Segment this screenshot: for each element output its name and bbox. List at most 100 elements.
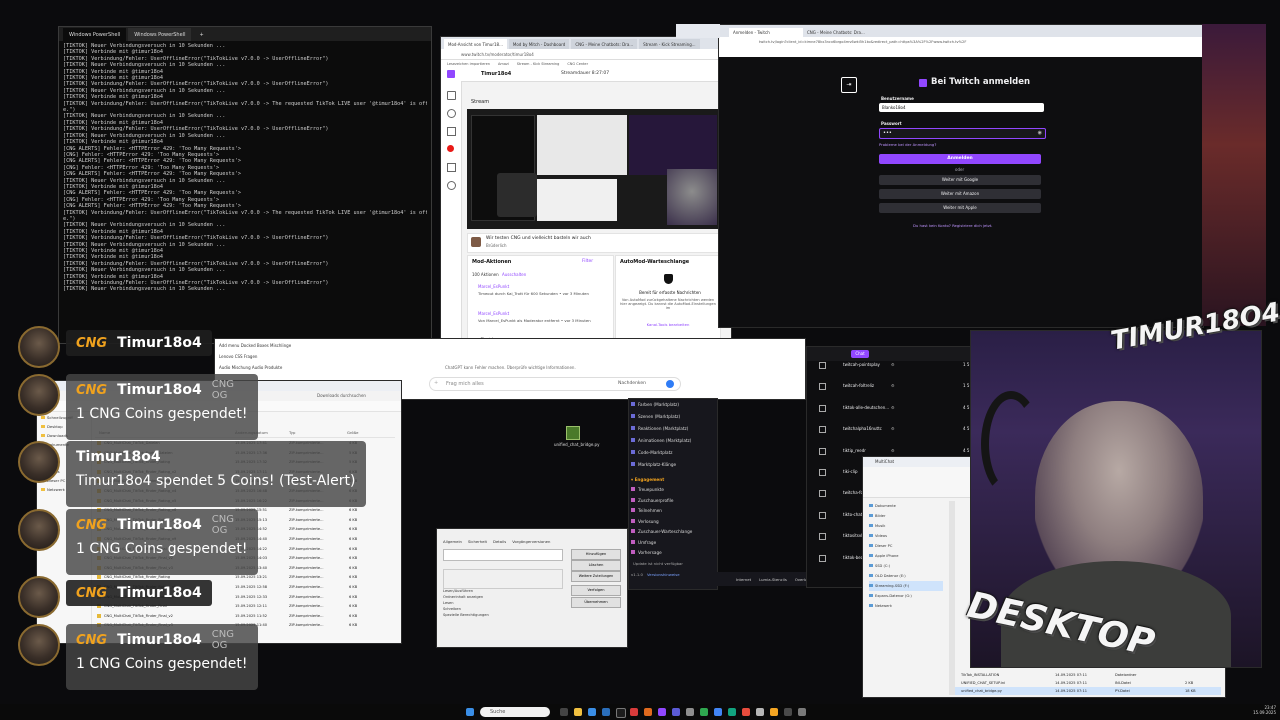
- sb-menu-item[interactable]: Marktplatz-Klänge: [631, 459, 715, 471]
- sidebar-item[interactable]: Musik: [869, 521, 943, 531]
- settings-icon[interactable]: ⚙: [891, 426, 895, 431]
- sidebar-item[interactable]: Dokumente: [869, 501, 943, 511]
- suggestion-item[interactable]: Audio Mischung Audio Produkte: [219, 365, 291, 370]
- bookmark[interactable]: Lesezeichen importieren: [447, 62, 490, 66]
- bookmark[interactable]: CNG Center: [567, 62, 588, 66]
- powershell-window[interactable]: Windows PowerShell Windows PowerShell + …: [58, 26, 432, 344]
- register-link[interactable]: Du hast kein Konto? Registriere dich jet…: [913, 223, 993, 228]
- password-input[interactable]: ••• ◉: [879, 128, 1046, 139]
- dialog-add-button[interactable]: Hinzufügen: [571, 549, 621, 560]
- checkbox[interactable]: [819, 490, 826, 498]
- mod-toggle-link[interactable]: Ausschalten: [502, 272, 526, 277]
- pencil-icon[interactable]: [447, 91, 456, 100]
- sidebar-item[interactable]: Streaming-SSD (F:): [869, 581, 943, 591]
- checkbox[interactable]: [819, 447, 826, 455]
- sidebar-item[interactable]: Expans-Datenor (G:): [869, 591, 943, 601]
- sb-menu-item[interactable]: Umfrage: [631, 538, 715, 549]
- dialog-apply-button[interactable]: Übernehmen: [571, 597, 621, 608]
- bookmark[interactable]: Stream - Kick Streaming: [517, 62, 560, 66]
- sb-menu-item[interactable]: Verlosung: [631, 517, 715, 528]
- login-button[interactable]: Anmelden: [879, 154, 1041, 164]
- permission-option[interactable]: Schreiben: [443, 607, 561, 611]
- checkbox[interactable]: [819, 404, 826, 412]
- sb-menu-item[interactable]: Zuschauer-Warteschlange: [631, 527, 715, 538]
- start-icon[interactable]: [466, 708, 474, 716]
- col-size[interactable]: Größe: [347, 430, 358, 435]
- sidebar-item[interactable]: Videos: [869, 531, 943, 541]
- sb-menu-item[interactable]: Animationen (Marktplatz): [631, 435, 715, 447]
- store-icon[interactable]: [602, 708, 610, 716]
- dialog-tab[interactable]: Allgemein: [443, 539, 462, 544]
- settings-icon[interactable]: ⚙: [891, 362, 895, 367]
- checkbox[interactable]: [819, 383, 826, 391]
- app-icon[interactable]: [700, 708, 708, 716]
- dialog-tab[interactable]: Details: [493, 539, 506, 544]
- chrome-icon[interactable]: [714, 708, 722, 716]
- voice-icon[interactable]: [666, 380, 674, 388]
- taskbar-search[interactable]: Suche: [480, 707, 550, 717]
- permission-option[interactable]: Lesen: [443, 601, 561, 605]
- twitch-logo-icon[interactable]: [447, 70, 455, 78]
- streamer-bot-window[interactable]: Farben (Marktplatz) Szenen (Marktplatz) Re…: [628, 398, 718, 590]
- settings-icon[interactable]: ⚙: [891, 448, 895, 453]
- shield-icon[interactable]: [447, 163, 456, 172]
- terminal-tab-2[interactable]: Windows PowerShell: [128, 28, 192, 41]
- amazon-login-button[interactable]: Weiter mit Amazon: [879, 189, 1041, 199]
- username-input[interactable]: Blanko18o4: [879, 103, 1044, 112]
- return-icon[interactable]: ⇥: [841, 77, 857, 93]
- chatgpt-icon[interactable]: [728, 708, 736, 716]
- new-tab-icon[interactable]: +: [193, 28, 209, 41]
- automod-settings-link[interactable]: Kanal-Tools bearbeiten: [620, 322, 716, 327]
- app-icon[interactable]: [630, 708, 638, 716]
- sidebar-item[interactable]: Netzwerk: [869, 601, 943, 611]
- twitch-icon[interactable]: [658, 708, 666, 716]
- dialog-user-field[interactable]: [443, 549, 563, 561]
- list-item[interactable]: twitcah-foltreliz ⚙ 1 5: [807, 374, 971, 395]
- dialog-user-list[interactable]: [443, 569, 563, 589]
- dialog-trace-button[interactable]: Verfolgen: [571, 585, 621, 596]
- col-type[interactable]: Typ: [289, 430, 295, 435]
- history-icon[interactable]: [447, 181, 456, 190]
- checkbox[interactable]: [819, 554, 826, 562]
- browser-tab[interactable]: Stream - Kick Streaming...: [639, 39, 700, 49]
- list-item[interactable]: twitcah-pointsplay ⚙ 1 5: [807, 353, 971, 374]
- sb-menu-item[interactable]: Treuepunkte: [631, 485, 715, 496]
- discord-icon[interactable]: [672, 708, 680, 716]
- task-view-icon[interactable]: [560, 708, 568, 716]
- permission-option[interactable]: Ordnerinhalt anzeigen: [443, 595, 561, 599]
- explorer-search[interactable]: Downloads durchsuchen: [317, 393, 366, 398]
- sb-menu-item[interactable]: Zuschauerprofile: [631, 496, 715, 507]
- stream-preview[interactable]: [467, 109, 719, 229]
- app-icon[interactable]: [784, 708, 792, 716]
- grid-icon[interactable]: [447, 127, 456, 136]
- sb-menu-item[interactable]: Teilnehmen: [631, 506, 715, 517]
- suggestion-item[interactable]: Lenovo CSS Fragen: [219, 354, 291, 359]
- sb-release-notes-link[interactable]: Versionshinweise: [647, 572, 680, 577]
- bookmark[interactable]: Amazi: [498, 62, 509, 66]
- suggestion-item[interactable]: Add menu Docked Boxes Mischlinge: [219, 343, 291, 348]
- browser-tab[interactable]: Mod-Ansicht von Timur18...: [444, 39, 507, 49]
- dialog-delete-button[interactable]: Löschen: [571, 560, 621, 571]
- checkbox[interactable]: [819, 362, 826, 369]
- sb-menu-item[interactable]: Farben (Marktplatz): [631, 399, 715, 411]
- permission-option[interactable]: Spezielle Berechtigungen: [443, 613, 561, 617]
- python-file-icon[interactable]: [566, 426, 580, 440]
- table-row[interactable]: unified_chat_bridge.py 14.09.2025 07:11 PY…: [955, 687, 1221, 695]
- clock-icon[interactable]: [447, 109, 456, 118]
- checkbox[interactable]: [819, 511, 826, 519]
- prompt-input[interactable]: + Frag mich alles Nachdenken: [429, 377, 681, 391]
- sidebar-item[interactable]: OLD Datenor (E:): [869, 571, 943, 581]
- table-row[interactable]: UNIFIED_CHAT_SETUP.ini 14.09.2025 07:11 IN…: [955, 679, 1221, 687]
- obs-icon[interactable]: [686, 708, 694, 716]
- app-icon[interactable]: [756, 708, 764, 716]
- checkbox[interactable]: [819, 426, 826, 434]
- browser-tab[interactable]: Anmelden - Twitch: [729, 28, 803, 37]
- list-item[interactable]: twitchalpha16nuttc ⚙ 4 5: [807, 417, 971, 438]
- scrollbar[interactable]: [949, 501, 955, 695]
- app-icon[interactable]: [742, 708, 750, 716]
- browser-twitch-login-window[interactable]: Anmelden - Twitch CNG - Meine Chatbots: …: [718, 24, 1204, 328]
- sidebar-item[interactable]: SSD (C:): [869, 561, 943, 571]
- checkbox[interactable]: [819, 533, 826, 541]
- dialog-tab[interactable]: Vorgängerversionen: [512, 539, 550, 544]
- settings-icon[interactable]: ⚙: [891, 383, 895, 388]
